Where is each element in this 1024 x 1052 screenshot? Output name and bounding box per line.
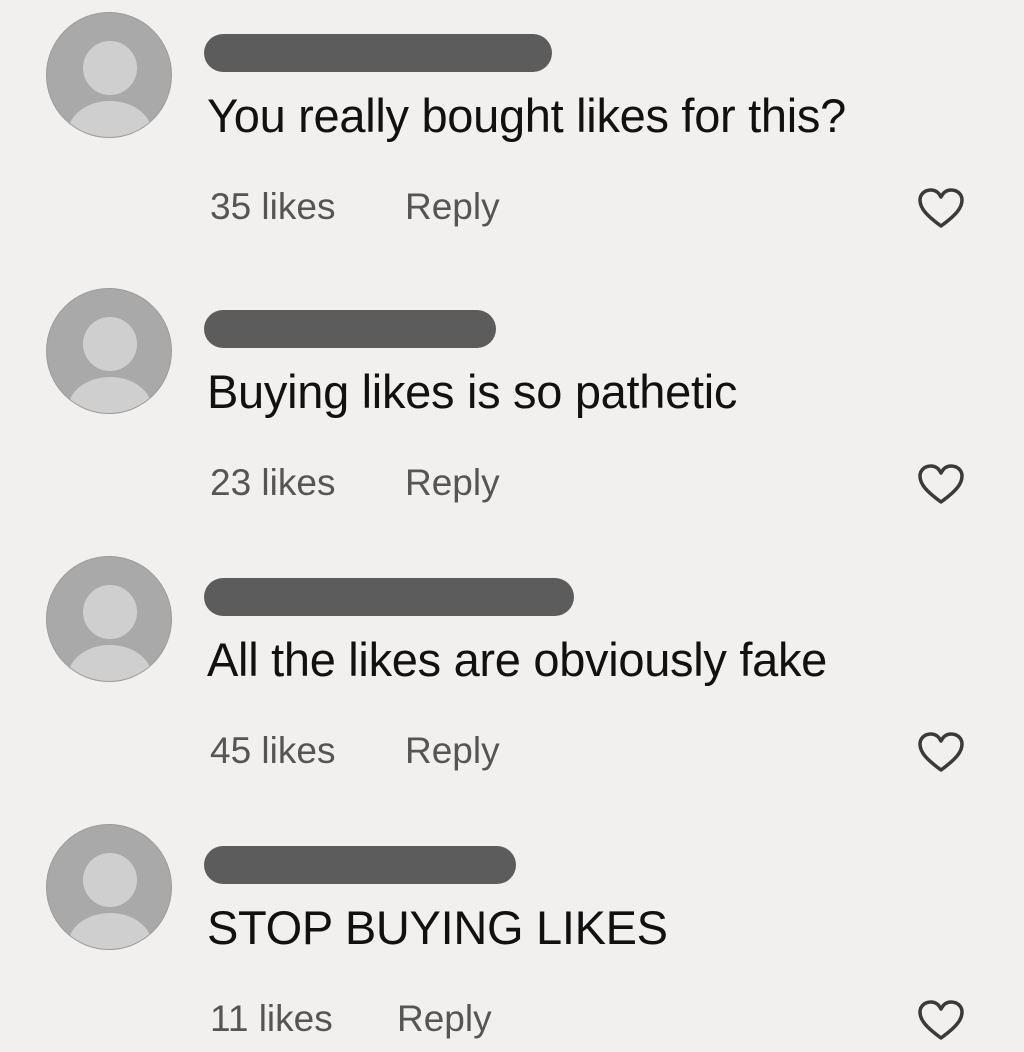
likes-count[interactable]: 23 likes	[210, 462, 335, 504]
redacted-username[interactable]	[204, 34, 552, 72]
avatar-head	[83, 41, 137, 95]
comment-item: Buying likes is so pathetic 23 likes Rep…	[0, 276, 1024, 516]
heart-icon-graphic	[918, 732, 964, 772]
heart-icon-graphic	[918, 1000, 964, 1040]
default-avatar-icon[interactable]	[46, 824, 172, 950]
comment-text: STOP BUYING LIKES	[207, 901, 668, 954]
redacted-username[interactable]	[204, 310, 496, 348]
avatar-shoulders	[68, 377, 152, 413]
heart-outline-icon[interactable]	[916, 462, 966, 506]
heart-icon-graphic	[918, 464, 964, 504]
comment-text: You really bought likes for this?	[207, 89, 846, 142]
comment-text: All the likes are obviously fake	[207, 633, 827, 686]
likes-count[interactable]: 11 likes	[210, 998, 333, 1040]
redacted-username[interactable]	[204, 846, 516, 884]
reply-button[interactable]: Reply	[405, 186, 500, 228]
heart-outline-icon[interactable]	[916, 186, 966, 230]
avatar-head	[83, 585, 137, 639]
reply-button[interactable]: Reply	[405, 462, 500, 504]
default-avatar-icon[interactable]	[46, 556, 172, 682]
comment-text: Buying likes is so pathetic	[207, 365, 738, 418]
likes-count[interactable]: 35 likes	[210, 186, 335, 228]
redacted-username[interactable]	[204, 578, 574, 616]
default-avatar-icon[interactable]	[46, 12, 172, 138]
comment-item: You really bought likes for this? 35 lik…	[0, 0, 1024, 240]
heart-outline-icon[interactable]	[916, 998, 966, 1042]
heart-icon-graphic	[918, 188, 964, 228]
avatar-shoulders	[68, 101, 152, 137]
default-avatar-icon[interactable]	[46, 288, 172, 414]
reply-button[interactable]: Reply	[405, 730, 500, 772]
heart-outline-icon[interactable]	[916, 730, 966, 774]
comment-list: You really bought likes for this? 35 lik…	[0, 0, 1024, 1040]
likes-count[interactable]: 45 likes	[210, 730, 335, 772]
comment-item: STOP BUYING LIKES 11 likes Reply	[0, 812, 1024, 1052]
comment-item: All the likes are obviously fake 45 like…	[0, 544, 1024, 784]
avatar-head	[83, 853, 137, 907]
avatar-head	[83, 317, 137, 371]
avatar-shoulders	[68, 645, 152, 681]
reply-button[interactable]: Reply	[397, 998, 492, 1040]
avatar-shoulders	[68, 913, 152, 949]
